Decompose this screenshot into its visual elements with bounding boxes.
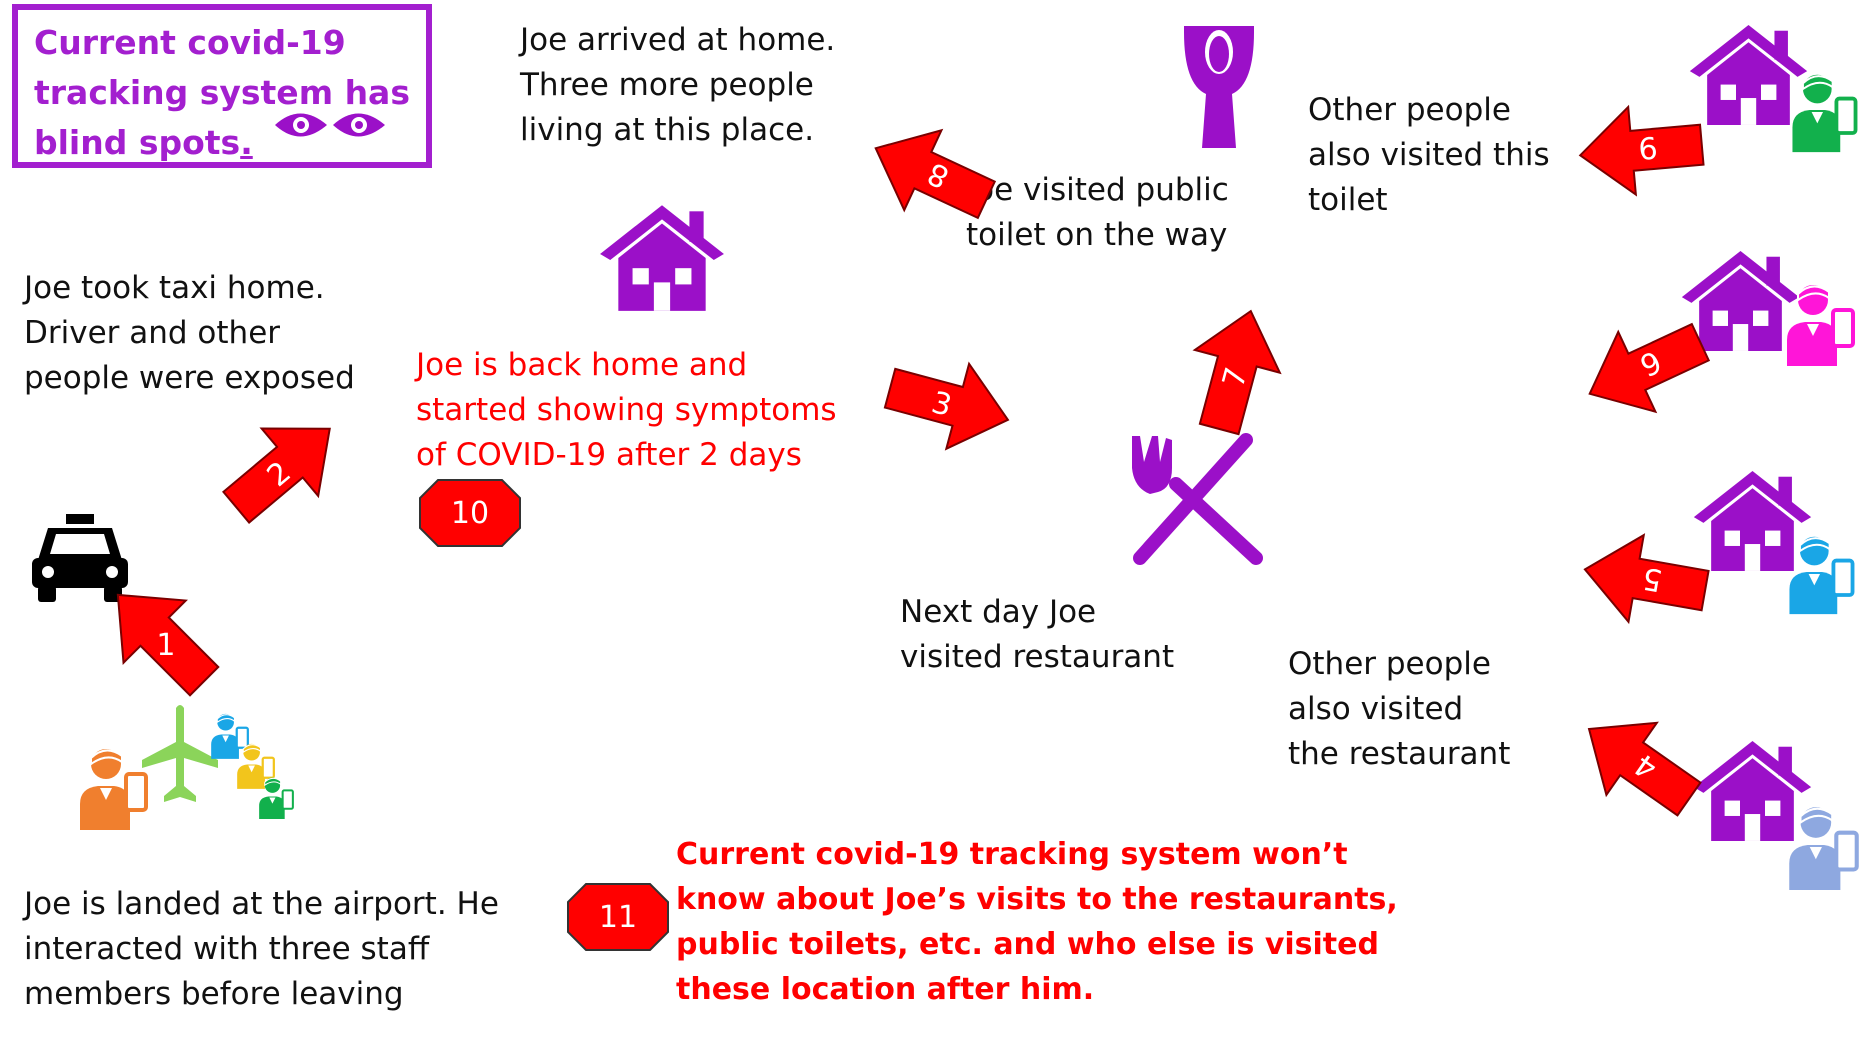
- person-with-phone-icon: [78, 742, 148, 832]
- person-with-phone-icon: [246, 774, 306, 820]
- taxi-icon: [32, 514, 128, 602]
- arrow-9: 9: [1578, 104, 1705, 197]
- caption-airport: Joe is landed at the airport. He interac…: [24, 886, 499, 1012]
- caption-arrived-home: Joe arrived at home. Three more people l…: [520, 22, 836, 148]
- toilet-icon: [1184, 26, 1254, 148]
- badge-11: 11: [567, 883, 669, 951]
- arrow-9-label: 9: [1637, 129, 1659, 166]
- arrow-1-label: 1: [156, 628, 175, 663]
- title-line-1: Current covid-19: [34, 23, 346, 62]
- arrow-2: 2: [222, 427, 331, 524]
- badge-10-label: 10: [451, 496, 489, 531]
- fork-knife-icon: [1132, 433, 1263, 565]
- arrow-5: 5: [1583, 533, 1710, 625]
- caption-toilet-visit: Joe visited public toilet on the way: [966, 172, 1229, 253]
- caption-back-home: Joe is back home and started showing sym…: [416, 347, 837, 473]
- arrow-7: 7: [1192, 309, 1282, 436]
- badge-10: 10: [419, 479, 521, 547]
- person-with-phone-icon: [1786, 68, 1862, 154]
- title-box: Current covid-19 tracking system has bli…: [12, 4, 432, 168]
- eyes-icon: [275, 113, 385, 137]
- title-line-3: blind spots: [34, 123, 241, 162]
- person-with-phone-icon: [1782, 800, 1864, 892]
- caption-taxi: Joe took taxi home. Driver and other peo…: [24, 270, 355, 396]
- caption-other-toilet: Other people also visited this toilet: [1308, 92, 1550, 218]
- caption-restaurant-visit: Next day Joe visited restaurant: [900, 594, 1175, 675]
- house-icon: [596, 200, 728, 314]
- title-dot: .: [240, 123, 253, 162]
- badge-11-label: 11: [599, 900, 637, 935]
- person-with-phone-icon: [1782, 530, 1860, 616]
- caption-other-restaurant: Other people also visited the restaurant: [1288, 646, 1511, 772]
- person-with-phone-icon: [1778, 278, 1862, 368]
- caption-blind-spots: Current covid-19 tracking system won’t k…: [676, 837, 1398, 1007]
- arrow-3: 3: [883, 361, 1010, 451]
